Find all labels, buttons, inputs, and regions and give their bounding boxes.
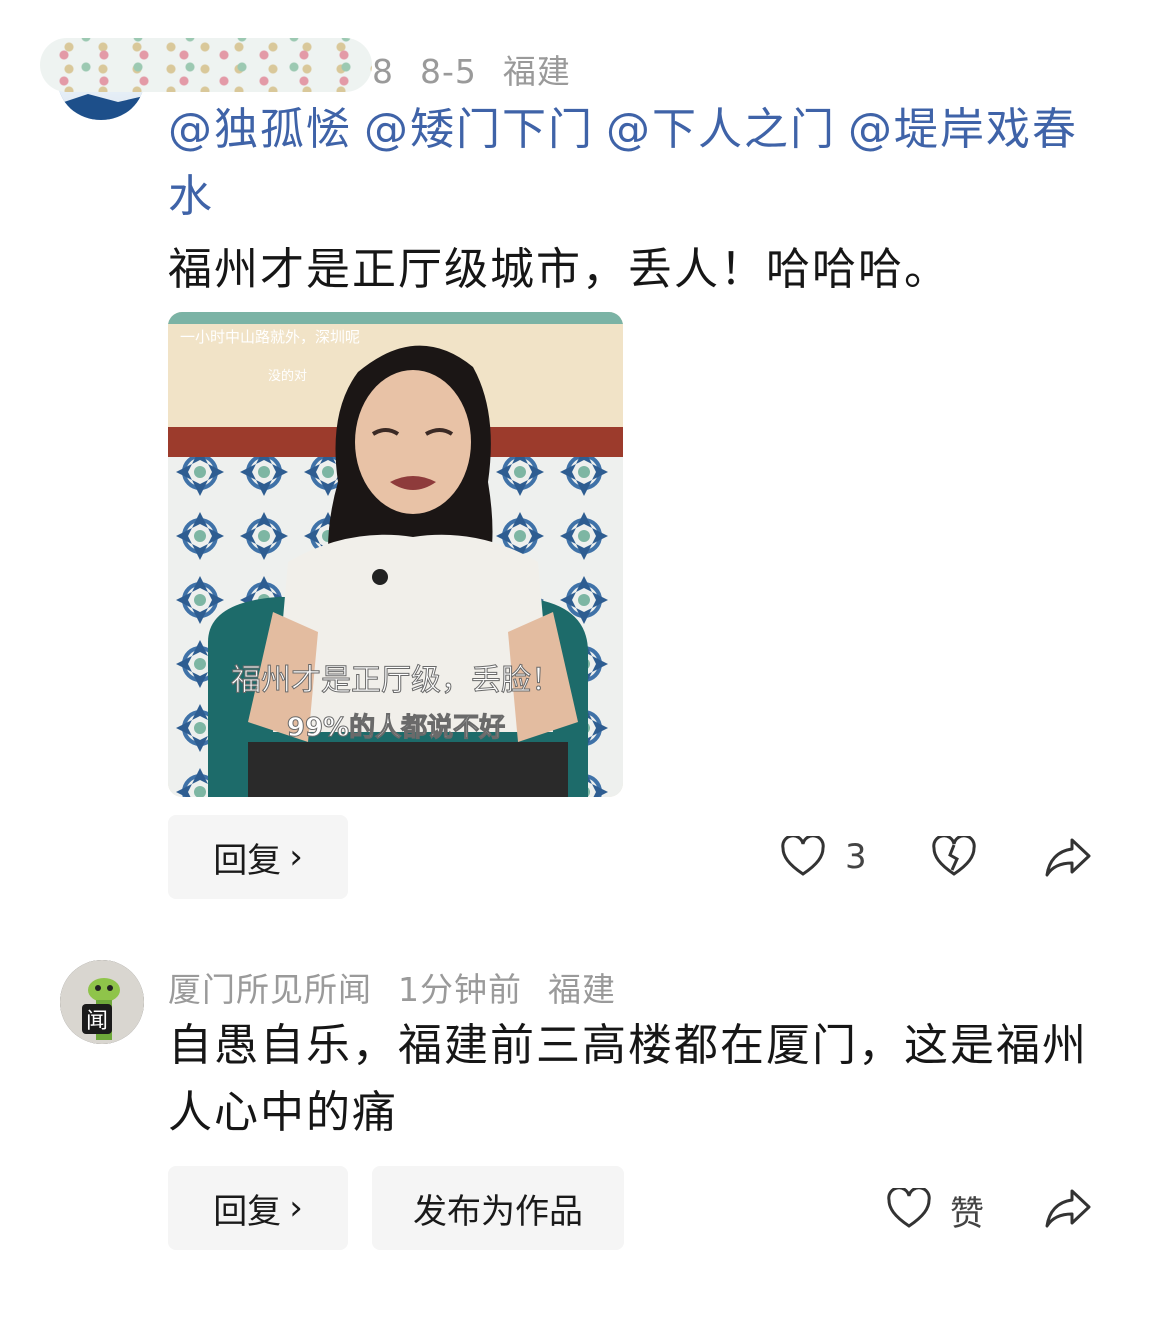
comment-meta: 8 8-5 福建 [372,45,597,93]
comment-location: 福建 [548,970,616,1009]
dislike-heart-icon[interactable] [931,836,977,878]
comment-image[interactable]: 一小时中山路就外，深圳呢 没的对 福州才是正厅级，丢脸！ 99%的人都说不好 [168,312,623,797]
reply-button[interactable]: 回复 › [168,1166,348,1250]
publish-label: 发布为作品 [413,1191,583,1232]
comment-body: 福州才是正厅级城市，丢人！哈哈哈。 [168,244,950,295]
reply-label: 回复 [213,1191,282,1232]
comment-time: 1分钟前 [398,970,522,1009]
mention-link[interactable]: @独孤恡 [168,104,352,155]
image-caption-1: 福州才是正厅级，丢脸！ [231,663,561,698]
heart-icon[interactable] [780,836,826,878]
mention-link[interactable]: @矮门下门 [364,104,594,155]
image-caption-2: 99%的人都说不好 [287,712,505,743]
share-icon[interactable] [1044,1187,1092,1229]
heart-icon[interactable] [886,1188,932,1230]
username[interactable]: 厦门所见所闻 [168,970,372,1009]
like-label[interactable]: 赞 [950,1186,984,1235]
image-top-caption-2: 没的对 [268,368,307,384]
chevron-right-icon: › [289,837,303,877]
image-top-caption: 一小时中山路就外，深圳呢 [180,328,360,346]
chevron-right-icon: › [289,1188,303,1228]
publish-as-work-button[interactable]: 发布为作品 [372,1166,624,1250]
comment-meta: 厦门所见所闻 1分钟前 福建 [168,963,642,1011]
avatar-text: 闻 [86,1009,108,1034]
like-count: 3 [845,837,867,877]
username-mosaic [40,38,372,92]
share-icon[interactable] [1044,836,1092,878]
avatar-image: 闻 [60,960,144,1044]
comment-text: @独孤恡 @矮门下门 @下人之门 @堤岸戏春水 [168,96,1108,230]
reply-label: 回复 [213,840,282,881]
comment-date: 8-5 [420,52,477,91]
comment-location: 福建 [502,52,571,91]
avatar[interactable]: 闻 [60,960,144,1044]
reply-button[interactable]: 回复 › [168,815,348,899]
meta-fragment: 8 [372,52,394,91]
mention-link[interactable]: @下人之门 [606,104,836,155]
comment-body: 自愚自乐，福建前三高楼都在厦门，这是福州人心中的痛 [168,1020,1088,1138]
photo-illustration: 一小时中山路就外，深圳呢 没的对 福州才是正厅级，丢脸！ 99%的人都说不好 [168,312,623,797]
